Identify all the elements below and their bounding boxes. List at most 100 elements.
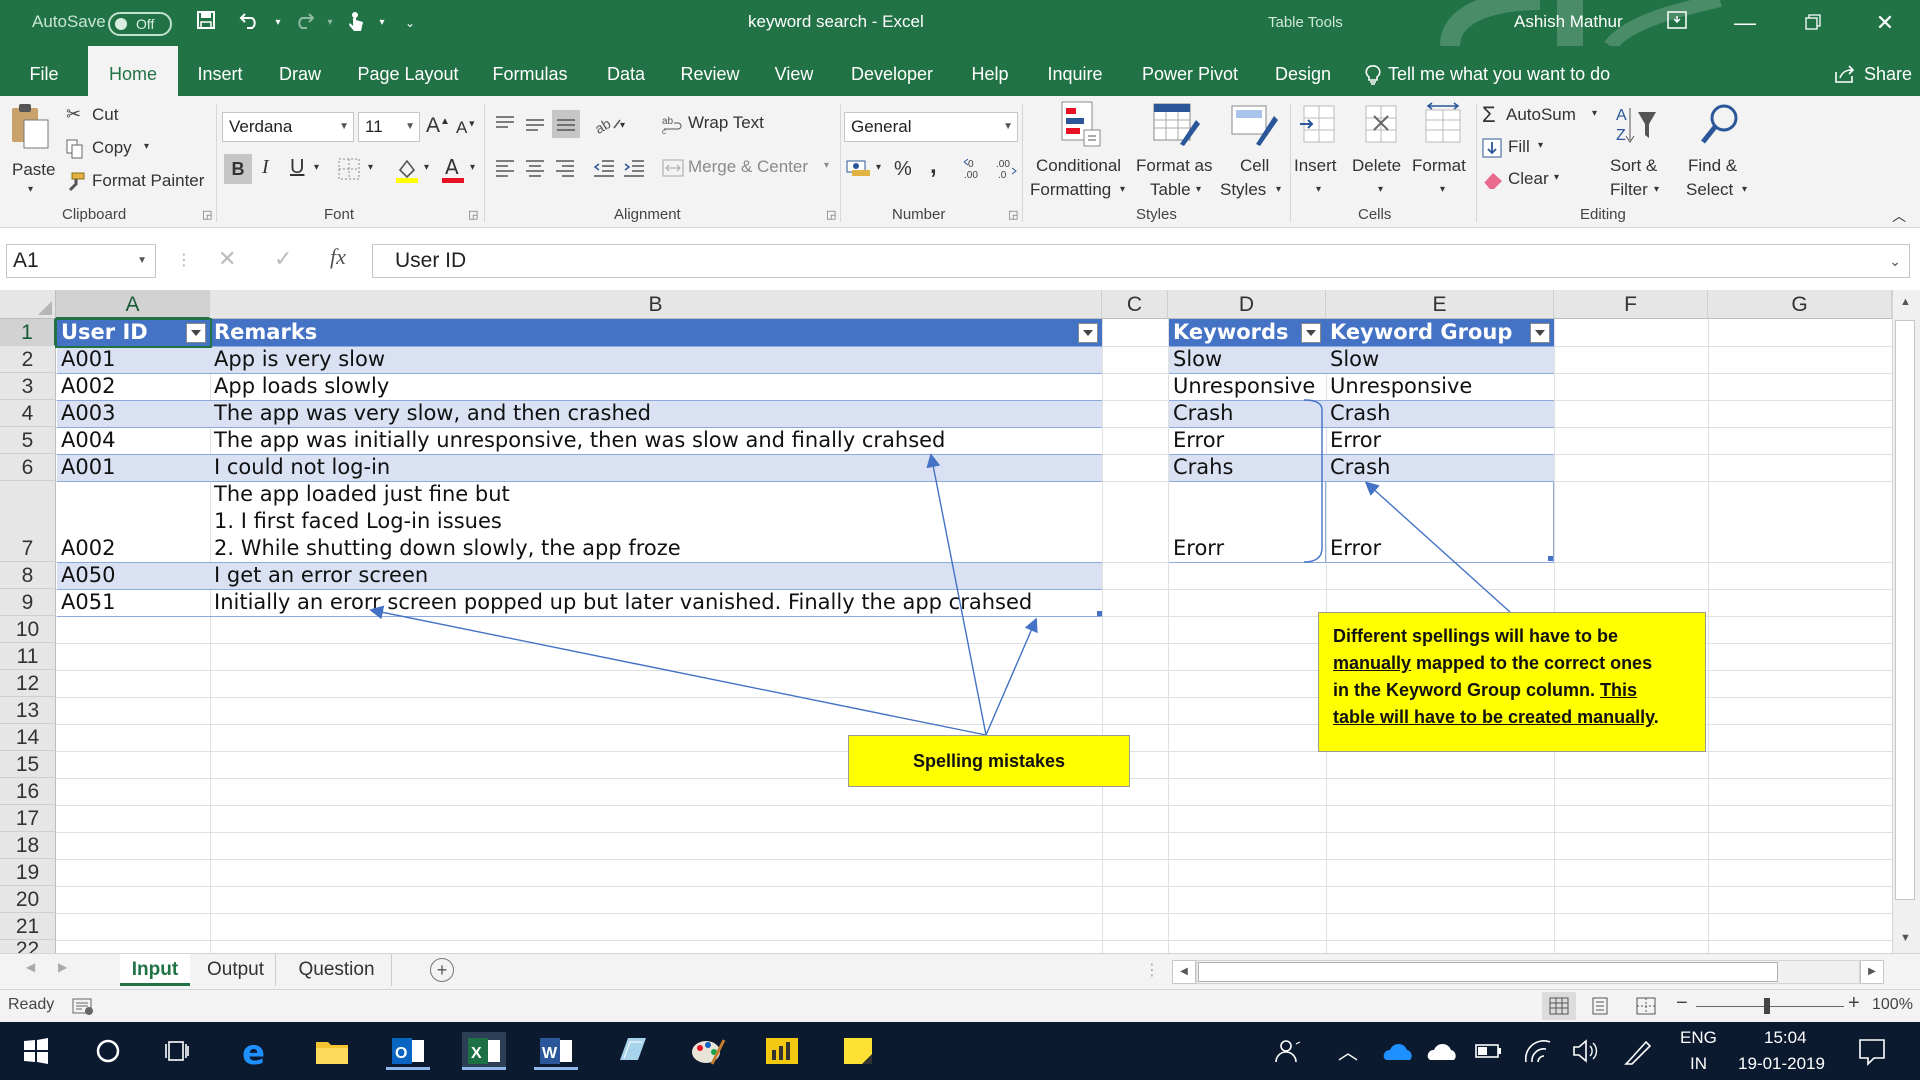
user-name[interactable]: Ashish Mathur — [1514, 12, 1623, 32]
underline-dropdown-icon[interactable]: ▾ — [314, 162, 319, 173]
borders-dropdown-icon[interactable]: ▾ — [368, 162, 373, 173]
page-break-view-button[interactable] — [1636, 997, 1656, 1020]
autosum-button[interactable]: Σ AutoSum ▾ — [1482, 102, 1602, 130]
align-bottom-icon[interactable] — [552, 110, 580, 138]
name-box[interactable]: A1 ▼ — [6, 244, 156, 278]
edge-browser-icon[interactable]: e — [234, 1032, 278, 1073]
tab-insert[interactable]: Insert — [180, 46, 260, 96]
cortana-icon[interactable] — [86, 1032, 130, 1070]
percent-style-button[interactable]: % — [894, 158, 912, 181]
sheet-tab-question[interactable]: Question — [282, 954, 392, 986]
tell-me-search[interactable]: Tell me what you want to do — [1360, 46, 1632, 96]
worksheet-grid[interactable]: A B C D E F G 1 2 3 4 5 6 7 8 9 10 11 12… — [0, 290, 1892, 953]
zoom-slider-track[interactable] — [1696, 1006, 1844, 1007]
minimize-icon[interactable]: — — [1722, 8, 1768, 38]
accounting-dropdown-icon[interactable]: ▾ — [876, 162, 881, 173]
undo-icon[interactable] — [236, 10, 264, 36]
show-hidden-icons[interactable]: ︿ — [1338, 1036, 1358, 1065]
font-size-combo[interactable]: 11 ▼ — [358, 112, 420, 142]
input-language-primary[interactable]: ENG — [1680, 1028, 1717, 1048]
tab-power-pivot[interactable]: Power Pivot — [1134, 46, 1246, 96]
redo-dropdown-icon[interactable]: ▾ — [316, 10, 344, 36]
zoom-slider-thumb[interactable] — [1764, 998, 1770, 1014]
orientation-dropdown-icon[interactable]: ▾ — [620, 120, 625, 131]
close-icon[interactable]: ✕ — [1862, 8, 1908, 38]
touch-dropdown-icon[interactable]: ▾ — [368, 10, 396, 36]
fill-color-dropdown-icon[interactable]: ▾ — [424, 162, 429, 173]
horizontal-scroll-thumb[interactable] — [1198, 962, 1778, 982]
zoom-in-button[interactable]: + — [1848, 992, 1860, 1015]
add-sheet-icon[interactable]: + — [430, 958, 454, 982]
notepad-icon[interactable] — [610, 1032, 654, 1070]
tab-developer[interactable]: Developer — [840, 46, 944, 96]
tab-file[interactable]: File — [0, 46, 88, 96]
merge-center-button[interactable]: Merge & Center ▾ — [662, 156, 838, 182]
decrease-font-icon[interactable]: A▼ — [456, 118, 476, 138]
align-top-icon[interactable] — [494, 114, 516, 139]
clock-date[interactable]: 19-01-2019 — [1738, 1054, 1825, 1074]
scroll-up-icon[interactable]: ▲ — [1900, 296, 1911, 308]
format-painter-button[interactable]: Format Painter — [66, 170, 216, 196]
copy-button[interactable]: Copy ▾ — [66, 137, 166, 163]
insert-function-icon[interactable]: fx — [330, 244, 346, 270]
save-icon[interactable] — [192, 10, 220, 36]
sticky-notes-icon[interactable] — [836, 1032, 880, 1070]
tab-home[interactable]: Home — [88, 46, 178, 96]
font-color-icon[interactable]: A — [440, 154, 466, 189]
wifi-icon[interactable] — [1516, 1032, 1560, 1070]
tab-draw[interactable]: Draw — [262, 46, 338, 96]
restore-icon[interactable] — [1790, 8, 1836, 38]
format-as-table-button[interactable]: Format as Table ▾ — [1134, 100, 1220, 204]
bold-button[interactable]: B — [224, 154, 252, 184]
page-layout-view-button[interactable] — [1590, 997, 1610, 1020]
tab-design[interactable]: Design — [1266, 46, 1340, 96]
font-color-dropdown-icon[interactable]: ▾ — [470, 162, 475, 173]
tab-view[interactable]: View — [762, 46, 826, 96]
redo-icon[interactable] — [290, 10, 318, 36]
accounting-format-icon[interactable] — [846, 156, 872, 183]
onedrive-icon[interactable] — [1420, 1032, 1464, 1070]
paste-button[interactable]: Paste ▾ — [8, 102, 56, 198]
align-middle-icon[interactable] — [524, 114, 546, 139]
hscroll-right-icon[interactable]: ▶ — [1860, 960, 1884, 984]
cancel-entry-icon[interactable]: ✕ — [218, 246, 236, 272]
comma-style-button[interactable]: , — [930, 152, 937, 180]
sheet-scroll-left-icon[interactable]: ◀ — [26, 960, 35, 974]
formula-input[interactable]: User ID ⌄ — [372, 244, 1910, 278]
tab-split-grip-icon[interactable]: ⋮ — [1144, 960, 1160, 980]
tab-data[interactable]: Data — [594, 46, 658, 96]
power-bi-icon[interactable] — [760, 1032, 804, 1070]
touch-mode-icon[interactable] — [342, 10, 370, 36]
onedrive-business-icon[interactable] — [1376, 1032, 1420, 1070]
number-format-combo[interactable]: General ▼ — [844, 112, 1018, 142]
ribbon-display-options-icon[interactable] — [1654, 8, 1700, 38]
customize-qat-icon[interactable]: ⌄ — [396, 10, 424, 36]
excel-taskbar-icon[interactable]: X — [462, 1032, 506, 1070]
font-name-combo[interactable]: Verdana ▼ — [222, 112, 354, 142]
paint-icon[interactable] — [686, 1032, 730, 1070]
action-center-icon[interactable] — [1850, 1032, 1894, 1070]
insert-cells-button[interactable]: Insert ▾ — [1294, 100, 1350, 204]
tab-formulas[interactable]: Formulas — [480, 46, 580, 96]
normal-view-button[interactable] — [1542, 992, 1576, 1020]
vertical-scroll-thumb[interactable] — [1895, 320, 1915, 900]
find-select-button[interactable]: Find & Select ▾ — [1686, 100, 1766, 204]
align-center-icon[interactable] — [524, 158, 546, 183]
undo-dropdown-icon[interactable]: ▾ — [264, 10, 292, 36]
format-cells-button[interactable]: Format ▾ — [1412, 100, 1478, 204]
decrease-indent-icon[interactable] — [592, 158, 616, 183]
borders-icon[interactable] — [338, 158, 362, 185]
tab-review[interactable]: Review — [670, 46, 750, 96]
align-left-icon[interactable] — [494, 158, 516, 183]
autosave-toggle[interactable]: Off — [108, 12, 172, 36]
macro-record-icon[interactable] — [72, 996, 94, 1021]
decrease-decimal-icon[interactable]: .00.0 — [992, 156, 1020, 187]
alignment-launcher-icon[interactable]: ◲ — [826, 208, 836, 221]
hscroll-left-icon[interactable]: ◀ — [1172, 960, 1196, 984]
clock-time[interactable]: 15:04 — [1764, 1028, 1807, 1048]
word-icon[interactable]: W — [534, 1032, 578, 1070]
increase-indent-icon[interactable] — [622, 158, 646, 183]
sheet-tab-input[interactable]: Input — [120, 954, 190, 986]
zoom-level[interactable]: 100% — [1872, 996, 1913, 1014]
font-launcher-icon[interactable]: ◲ — [468, 208, 478, 221]
